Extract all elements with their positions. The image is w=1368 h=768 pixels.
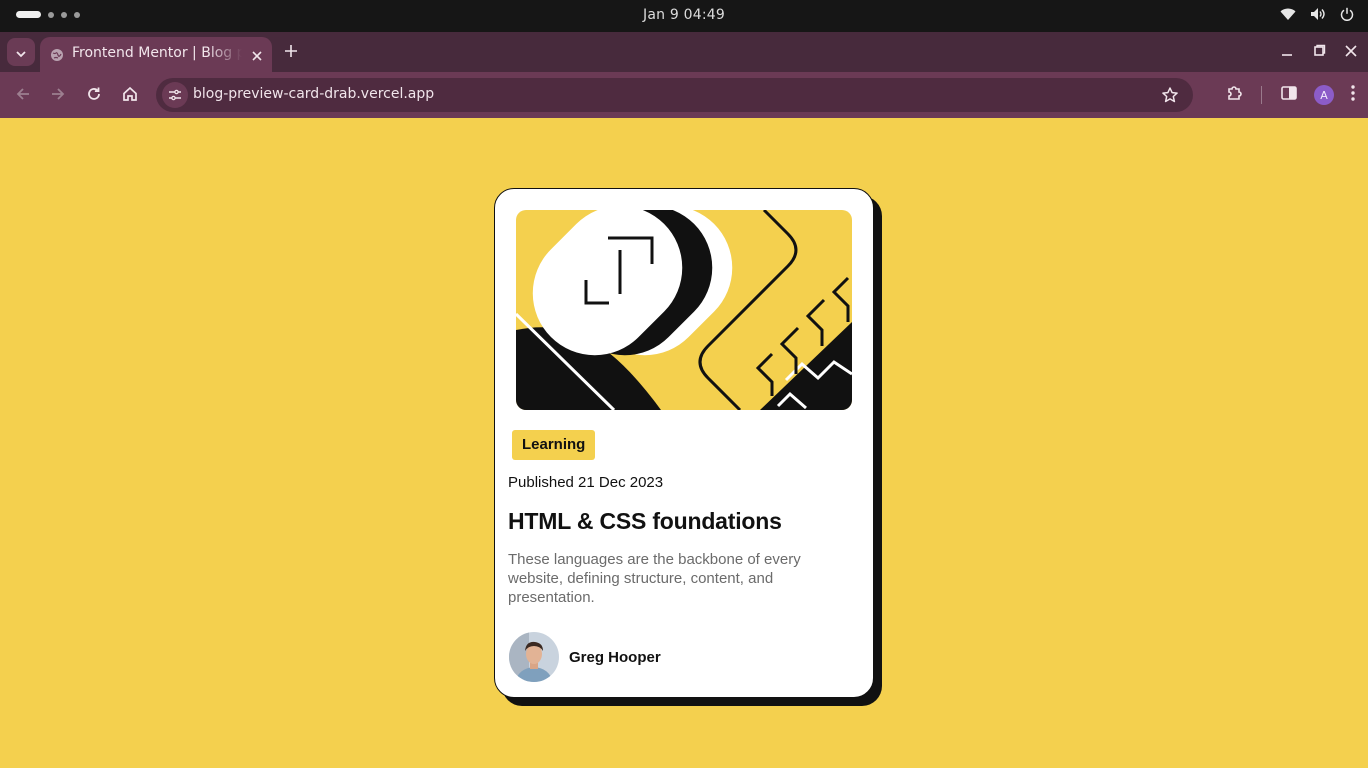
system-clock[interactable]: Jan 9 04:49 [0,7,1368,23]
close-icon[interactable] [251,47,263,66]
wifi-icon [1280,7,1296,21]
system-tray[interactable] [1280,7,1354,21]
url-text[interactable]: blog-preview-card-drab.vercel.app [193,86,434,102]
category-tag: Learning [512,430,596,460]
os-top-bar: Jan 9 04:49 [0,0,1368,32]
side-panel-icon[interactable] [1280,84,1298,106]
new-tab-button[interactable] [283,43,299,63]
web-page-viewport: Learning Published 21 Dec 2023 HTML & CS… [0,118,1368,768]
minimize-icon[interactable] [1280,43,1294,62]
forward-arrow-icon[interactable] [49,85,67,107]
blog-description: These languages are the backbone of ever… [508,551,801,606]
power-icon [1340,7,1354,21]
address-bar[interactable]: blog-preview-card-drab.vercel.app [156,78,1193,112]
chevron-down-icon [15,43,27,62]
published-date: Published 21 Dec 2023 [508,474,664,491]
close-window-icon[interactable] [1344,43,1358,62]
reload-icon[interactable] [85,85,103,107]
plus-icon [283,44,299,63]
blog-preview-card: Learning Published 21 Dec 2023 HTML & CS… [494,188,874,698]
blog-illustration [516,210,852,410]
back-arrow-icon[interactable] [14,85,32,107]
author-avatar [509,632,559,682]
browser-toolbar: blog-preview-card-drab.vercel.app A [0,72,1368,118]
window-controls [1280,43,1358,62]
toolbar-right-actions: A [1225,83,1356,107]
tab-title: Frontend Mentor | Blog preview card [72,45,242,61]
browser-tab-active[interactable]: Frontend Mentor | Blog preview card [40,37,272,72]
restore-icon[interactable] [1312,43,1326,62]
author-name: Greg Hooper [569,649,661,666]
volume-icon [1310,7,1326,21]
blog-title[interactable]: HTML & CSS foundations [508,508,782,535]
more-menu-icon[interactable] [1350,84,1356,106]
extensions-icon[interactable] [1225,83,1245,107]
browser-tab-strip: Frontend Mentor | Blog preview card [0,32,1368,72]
tab-search-button[interactable] [7,38,35,66]
globe-icon [50,47,64,66]
bookmark-star-icon[interactable] [1161,86,1179,108]
toolbar-divider [1261,86,1262,104]
profile-avatar[interactable]: A [1314,85,1334,105]
home-icon[interactable] [121,85,139,107]
site-info-icon[interactable] [162,82,188,108]
